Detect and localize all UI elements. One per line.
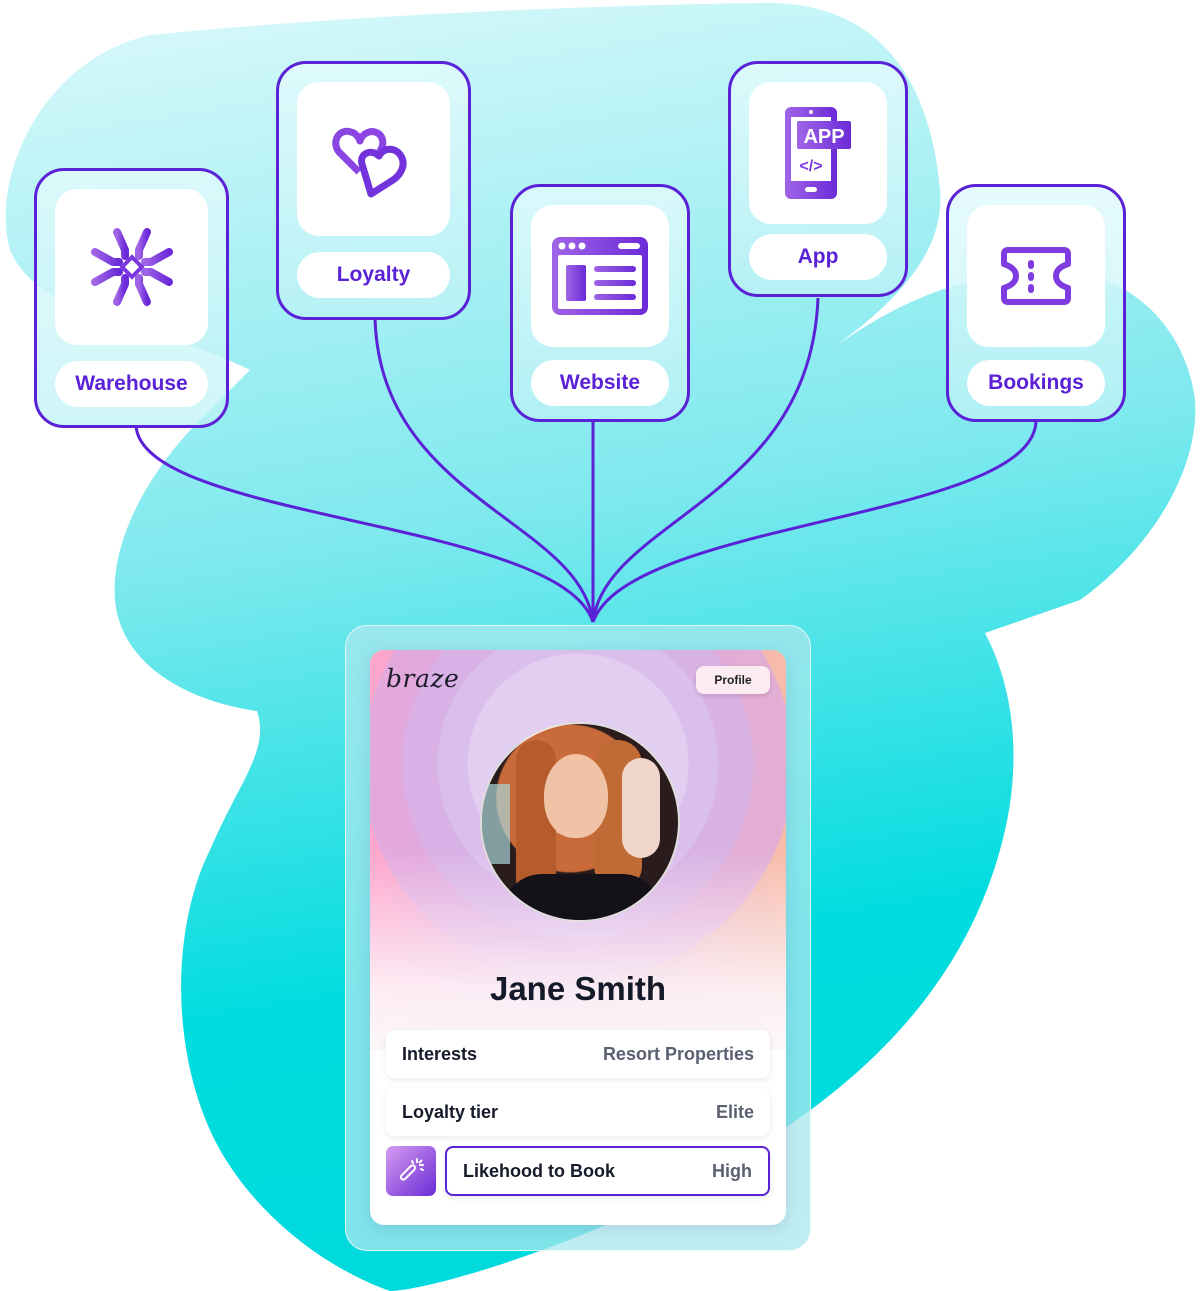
icon-tile: APP </> — [749, 82, 887, 224]
attribute-key: Interests — [402, 1043, 478, 1064]
attribute-value: Elite — [715, 1101, 754, 1122]
avatar-face — [544, 754, 608, 838]
profile-button[interactable]: Profile — [696, 666, 770, 694]
icon-tile — [531, 205, 669, 347]
attribute-value: High — [712, 1160, 752, 1181]
browser-window-icon — [552, 237, 648, 315]
source-card-warehouse[interactable]: Warehouse — [34, 168, 229, 428]
attribute-row-interests: Interests Resort Properties — [386, 1030, 770, 1078]
profile-name: Jane Smith — [489, 970, 667, 1007]
source-label: Loyalty — [297, 252, 450, 298]
attribute-row-likelihood-to-book: Likehood to Book High — [445, 1146, 770, 1196]
attribute-key: Loyalty tier — [402, 1101, 499, 1122]
icon-tile — [55, 189, 208, 345]
avatar — [480, 722, 680, 922]
app-icon-text: APP — [803, 126, 844, 148]
attribute-value: Resort Properties — [602, 1043, 754, 1064]
source-card-website[interactable]: Website — [510, 184, 690, 422]
source-label: Bookings — [967, 360, 1105, 406]
icon-tile — [967, 205, 1105, 347]
avatar-hand — [622, 758, 660, 858]
magic-wand-button[interactable] — [386, 1146, 436, 1196]
source-label: Website — [531, 360, 669, 406]
avatar-shirt — [502, 874, 662, 920]
two-hearts-icon — [331, 127, 407, 198]
source-card-bookings[interactable]: Bookings — [946, 184, 1126, 422]
source-card-app[interactable]: APP </> App — [728, 61, 908, 297]
attribute-row-loyalty-tier: Loyalty tier Elite — [386, 1088, 770, 1136]
mobile-app-icon: APP </> — [785, 107, 851, 199]
code-glyph: </> — [799, 158, 822, 175]
ticket-icon — [1001, 247, 1071, 305]
snowflake-icon — [90, 228, 173, 306]
braze-logo: braze — [386, 664, 460, 693]
magic-wand-icon — [399, 1158, 424, 1181]
attribute-key: Likehood to Book — [463, 1160, 615, 1181]
source-card-loyalty[interactable]: Loyalty — [276, 61, 471, 320]
source-label: Warehouse — [55, 361, 208, 407]
icon-tile — [297, 82, 450, 236]
profile-card: braze Profile Jane Smith Interests Resor… — [370, 650, 786, 1225]
source-label: App — [749, 234, 887, 280]
avatar-background — [482, 784, 510, 864]
